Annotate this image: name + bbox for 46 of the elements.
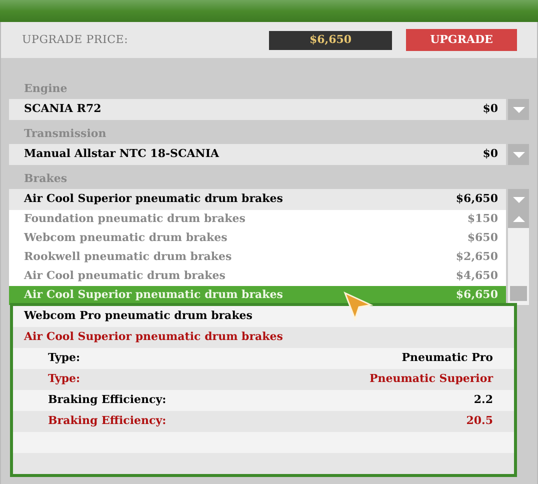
scrollbar-thumb[interactable]: [510, 286, 527, 301]
option-name: Webcom pneumatic drum brakes: [24, 230, 228, 246]
dropdown-arrow-icon: [512, 196, 524, 202]
section-label: Brakes: [24, 172, 68, 186]
stat-value: Pneumatic Pro: [402, 350, 493, 366]
dropdown-arrow-icon: [512, 152, 524, 158]
part-name: Manual Allstar NTC 18-SCANIA: [24, 146, 220, 162]
option-row[interactable]: Air Cool pneumatic drum brakes $4,650: [9, 267, 506, 286]
option-price: $650: [467, 230, 498, 246]
stat-value: 20.5: [466, 413, 493, 430]
section-label: Engine: [24, 82, 68, 96]
stat-value: Pneumatic Superior: [369, 371, 493, 388]
option-row[interactable]: Rookwell pneumatic drum brakes $2,650: [9, 248, 506, 267]
part-price: $0: [482, 146, 498, 162]
upgrade-price-label: UPGRADE PRICE:: [22, 32, 128, 48]
part-title: Webcom Pro pneumatic drum brakes: [24, 308, 253, 324]
option-name: Air Cool Superior pneumatic drum brakes: [24, 287, 283, 304]
scrollbar[interactable]: [508, 210, 529, 305]
stat-value: 2.2: [474, 392, 493, 408]
option-name: Foundation pneumatic drum brakes: [24, 211, 246, 228]
part-dropdown[interactable]: SCANIA R72 $0: [9, 99, 506, 120]
option-row[interactable]: Foundation pneumatic drum brakes $150: [9, 210, 506, 229]
price-display: $6,650: [269, 30, 392, 50]
cursor-icon: [343, 291, 373, 321]
option-name: Air Cool pneumatic drum brakes: [24, 268, 226, 284]
option-row[interactable]: Webcom pneumatic drum brakes $650: [9, 229, 506, 248]
upgrade-button[interactable]: UPGRADE: [406, 29, 517, 51]
part-price: $6,650: [456, 191, 498, 208]
option-price: $150: [467, 211, 498, 228]
part-dropdown[interactable]: Manual Allstar NTC 18-SCANIA $0: [9, 144, 506, 165]
part-name: Air Cool Superior pneumatic drum brakes: [24, 191, 283, 208]
option-price: $4,650: [456, 268, 498, 284]
option-price: $2,650: [456, 249, 498, 266]
part-price: $0: [482, 101, 498, 118]
part-title: Air Cool Superior pneumatic drum brakes: [24, 329, 283, 346]
stat-label: Braking Efficiency:: [48, 392, 166, 408]
arrow-up-icon: [512, 216, 524, 222]
option-name: Rookwell pneumatic drum brakes: [24, 249, 232, 266]
dropdown-arrow-icon: [512, 106, 524, 112]
part-name: SCANIA R72: [24, 101, 102, 118]
option-price: $6,650: [456, 287, 498, 304]
stat-label: Braking Efficiency:: [48, 413, 166, 430]
section-label: Transmission: [24, 127, 108, 141]
part-dropdown[interactable]: Air Cool Superior pneumatic drum brakes $6,650: [9, 189, 506, 210]
stat-label: Type:: [48, 350, 80, 366]
stat-label: Type:: [48, 371, 80, 388]
